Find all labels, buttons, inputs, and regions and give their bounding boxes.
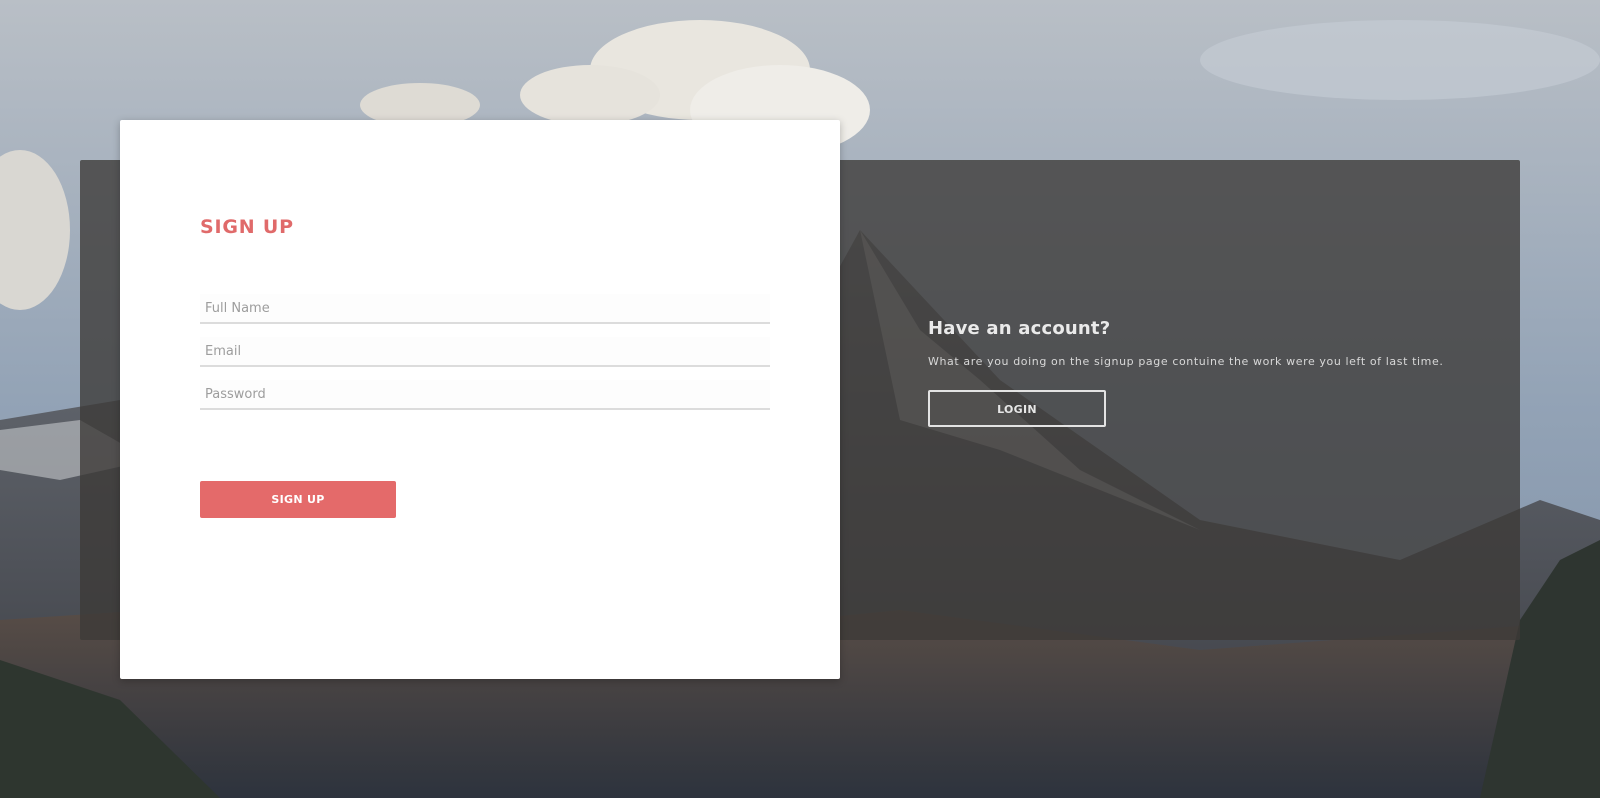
signup-button[interactable]: SIGN UP — [200, 481, 396, 518]
email-input[interactable] — [200, 337, 770, 367]
signup-card: SIGN UP SIGN UP — [120, 120, 840, 679]
login-panel: Have an account? What are you doing on t… — [928, 318, 1488, 427]
signup-title: SIGN UP — [200, 216, 294, 238]
login-panel-title: Have an account? — [928, 318, 1111, 339]
password-input[interactable] — [200, 380, 770, 410]
login-button[interactable]: LOGIN — [928, 390, 1106, 427]
login-panel-message: What are you doing on the signup page co… — [928, 355, 1444, 368]
page: Have an account? What are you doing on t… — [0, 0, 1600, 798]
full-name-input[interactable] — [200, 294, 770, 324]
